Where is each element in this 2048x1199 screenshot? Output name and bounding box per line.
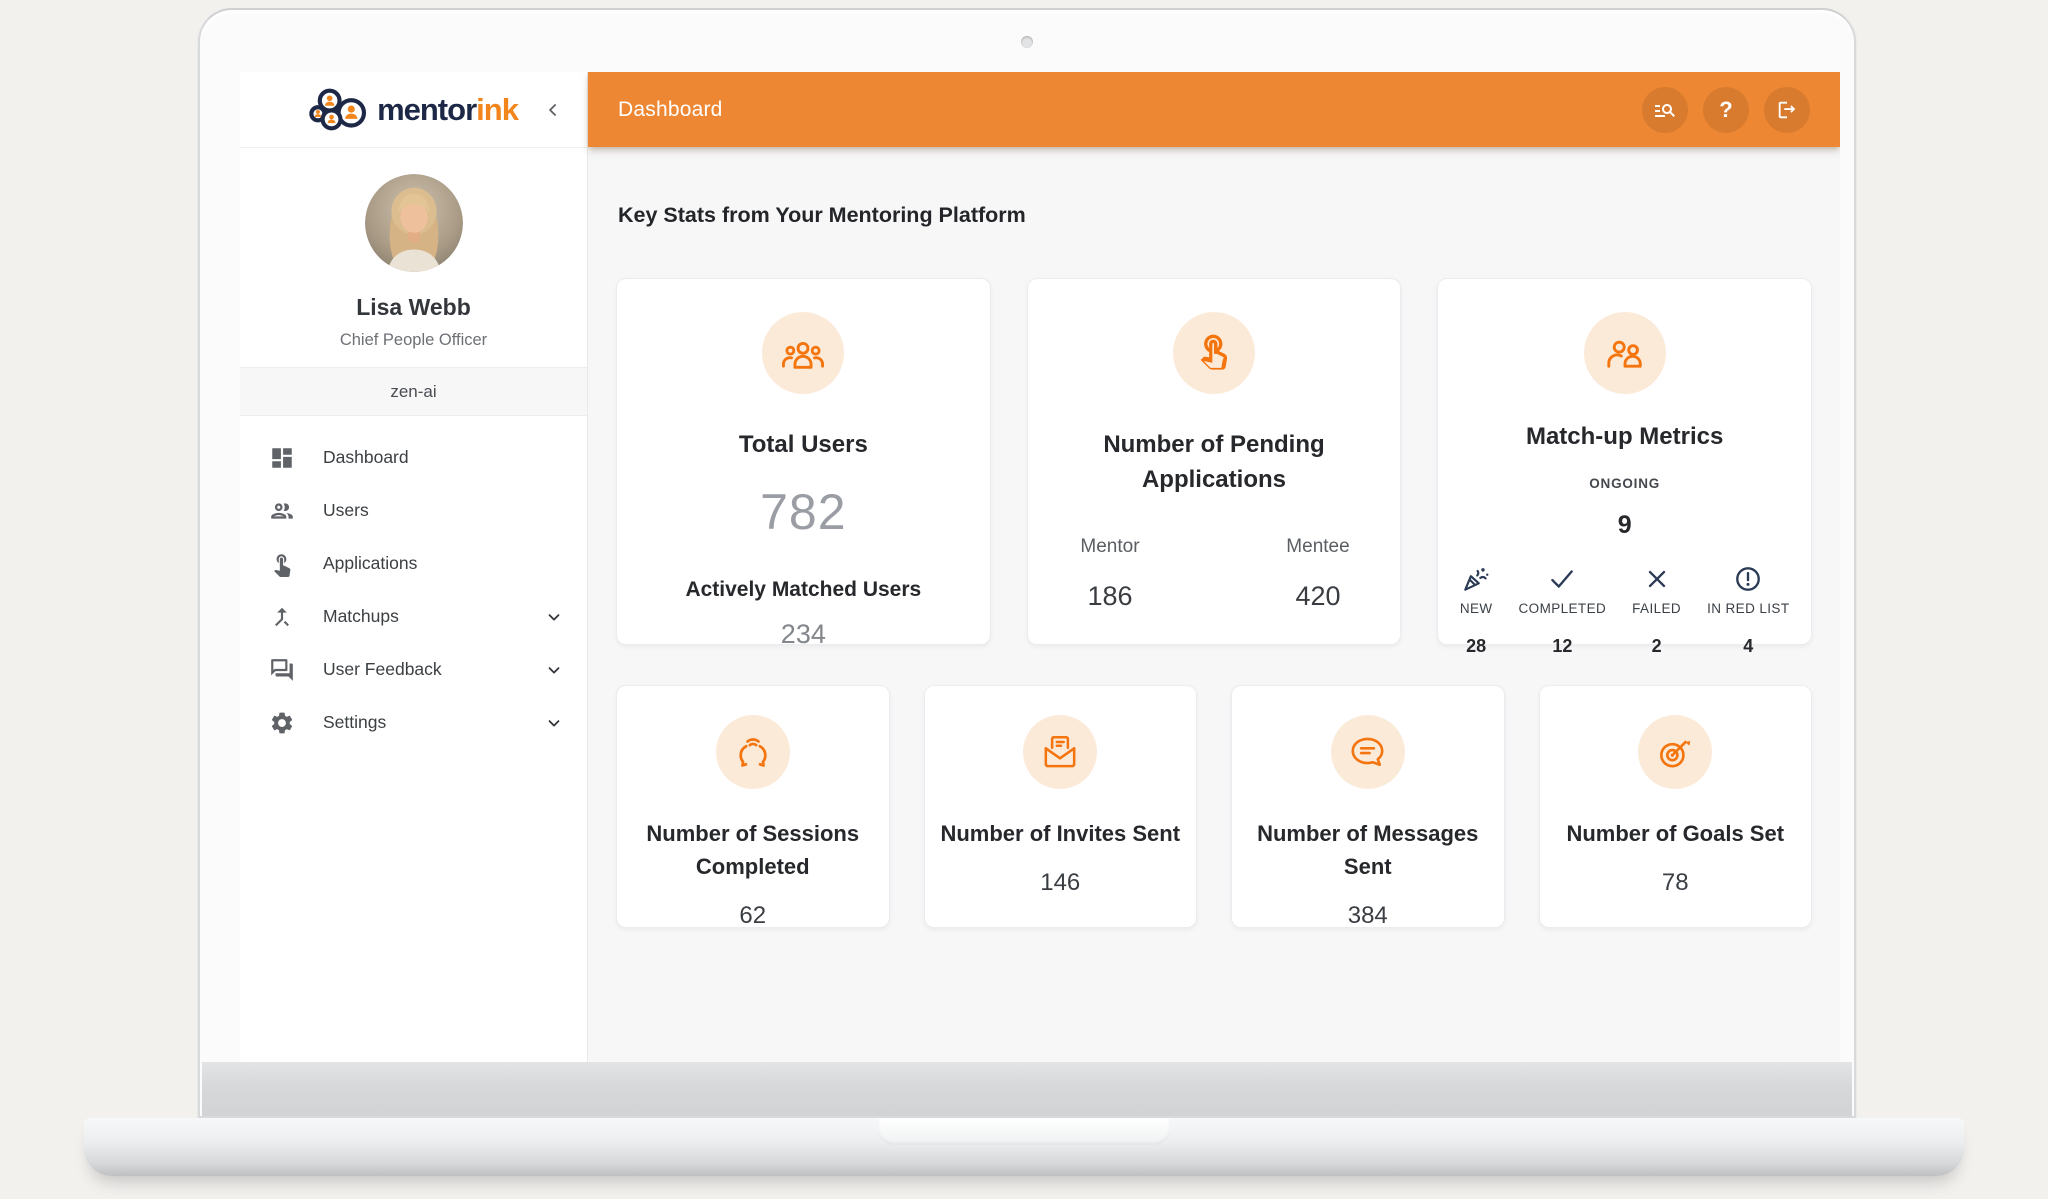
profile-section: Lisa Webb Chief People Officer — [240, 148, 587, 350]
chevron-down-icon — [545, 714, 563, 732]
metric-completed: COMPLETED 12 — [1519, 564, 1607, 657]
mentee-pending-value: 420 — [1273, 581, 1363, 612]
matchup-metrics-row: NEW 28 COMPLETED 12 — [1438, 564, 1811, 657]
brand-name: mentorink — [377, 94, 518, 125]
card-title: Match-up Metrics — [1438, 420, 1811, 455]
messages-sent-value: 384 — [1232, 902, 1504, 930]
logo-cluster-icon — [309, 87, 371, 133]
metric-failed: FAILED 2 — [1632, 564, 1681, 657]
card-title: Number of Pending Applications — [1064, 428, 1364, 498]
page-title: Dashboard — [618, 98, 723, 122]
invites-sent-value: 146 — [925, 869, 1197, 897]
matchup-metrics-card: Match-up Metrics ONGOING 9 — [1437, 278, 1812, 645]
page-background: mentorink — [0, 0, 2048, 1199]
total-users-card: Total Users 782 Actively Matched Users 2… — [616, 278, 991, 645]
check-icon — [1547, 564, 1577, 594]
logo-bar: mentorink — [240, 72, 587, 148]
chevron-down-icon — [545, 661, 563, 679]
actively-matched-value: 234 — [617, 619, 990, 650]
dashboard-icon — [269, 445, 295, 471]
people-pair-icon — [1584, 312, 1666, 394]
laptop-lower-bezel — [202, 1062, 1852, 1116]
messages-sent-card: Number of Messages Sent 384 — [1231, 685, 1505, 928]
touch-gesture-icon — [1173, 312, 1255, 394]
touch-app-icon — [269, 551, 295, 577]
profile-name: Lisa Webb — [250, 294, 577, 321]
help-button[interactable]: ? — [1703, 87, 1749, 133]
group-icon — [762, 312, 844, 394]
laptop-base — [84, 1118, 1964, 1176]
question-mark-icon: ? — [1719, 97, 1732, 123]
invites-sent-card: Number of Invites Sent 146 — [924, 685, 1198, 928]
sessions-completed-value: 62 — [617, 902, 889, 930]
card-title: Number of Invites Sent — [938, 817, 1182, 850]
users-icon — [269, 498, 295, 524]
ongoing-label: ONGOING — [1438, 476, 1811, 491]
sidebar-item-users[interactable]: Users — [240, 484, 587, 537]
sessions-completed-card: Number of Sessions Completed 62 — [616, 685, 890, 928]
chevron-down-icon — [545, 608, 563, 626]
avatar — [365, 174, 463, 272]
alert-circle-icon — [1733, 564, 1763, 594]
gear-icon — [269, 710, 295, 736]
laptop-base-notch — [878, 1118, 1170, 1145]
profile-role: Chief People Officer — [250, 331, 577, 350]
sidebar-item-matchups[interactable]: Matchups — [240, 590, 587, 643]
mentor-pending-value: 186 — [1065, 581, 1155, 612]
chevron-left-icon — [543, 100, 563, 120]
summary-cards-row: Number of Sessions Completed 62 — [616, 685, 1812, 928]
card-title: Number of Goals Set — [1553, 817, 1797, 850]
sidebar: mentorink — [240, 72, 588, 1064]
laptop-camera — [1021, 36, 1033, 48]
forum-icon — [269, 657, 295, 683]
laptop-bezel: mentorink — [198, 8, 1856, 1118]
sidebar-nav: Dashboard Users Applications — [240, 416, 587, 749]
sidebar-item-dashboard[interactable]: Dashboard — [240, 431, 587, 484]
goal-target-icon — [1638, 715, 1712, 789]
actively-matched-label: Actively Matched Users — [617, 578, 990, 602]
goals-set-value: 78 — [1540, 869, 1812, 897]
metric-in-red-list: IN RED LIST 4 — [1707, 564, 1789, 657]
invite-mail-icon — [1023, 715, 1097, 789]
ongoing-value: 9 — [1438, 511, 1811, 540]
manage-search-icon — [1653, 98, 1677, 122]
dashboard-content: Key Stats from Your Mentoring Platform — [588, 147, 1840, 1064]
goals-set-card: Number of Goals Set 78 — [1539, 685, 1813, 928]
app-header: Dashboard ? — [588, 72, 1840, 147]
pending-columns: Mentor 186 Mentee 420 — [1028, 536, 1401, 612]
brand-logo[interactable]: mentorink — [309, 87, 518, 133]
total-users-value: 782 — [617, 483, 990, 541]
mentor-column: Mentor 186 — [1065, 536, 1155, 612]
card-title: Number of Sessions Completed — [631, 817, 875, 883]
header-actions: ? — [1642, 87, 1810, 133]
card-title: Number of Messages Sent — [1246, 817, 1490, 883]
activity-search-button[interactable] — [1642, 87, 1688, 133]
main-area: Dashboard ? — [588, 72, 1840, 1064]
content-heading: Key Stats from Your Mentoring Platform — [618, 203, 1812, 228]
app-window: mentorink — [240, 72, 1840, 1064]
pending-applications-card: Number of Pending Applications Mentor 18… — [1027, 278, 1402, 645]
close-icon — [1642, 564, 1672, 594]
sidebar-item-user-feedback[interactable]: User Feedback — [240, 643, 587, 696]
celebration-icon — [1461, 564, 1491, 594]
logout-button[interactable] — [1764, 87, 1810, 133]
card-title: Total Users — [617, 428, 990, 463]
sidebar-item-settings[interactable]: Settings — [240, 696, 587, 749]
merge-icon — [269, 604, 295, 630]
mentee-column: Mentee 420 — [1273, 536, 1363, 612]
logout-icon — [1776, 99, 1798, 121]
sidebar-item-applications[interactable]: Applications — [240, 537, 587, 590]
sidebar-collapse-button[interactable] — [539, 96, 567, 124]
stat-cards-row: Total Users 782 Actively Matched Users 2… — [616, 278, 1812, 645]
session-talk-icon — [716, 715, 790, 789]
metric-new: NEW 28 — [1460, 564, 1493, 657]
organization-label: zen-ai — [240, 367, 587, 416]
message-bubble-icon — [1331, 715, 1405, 789]
